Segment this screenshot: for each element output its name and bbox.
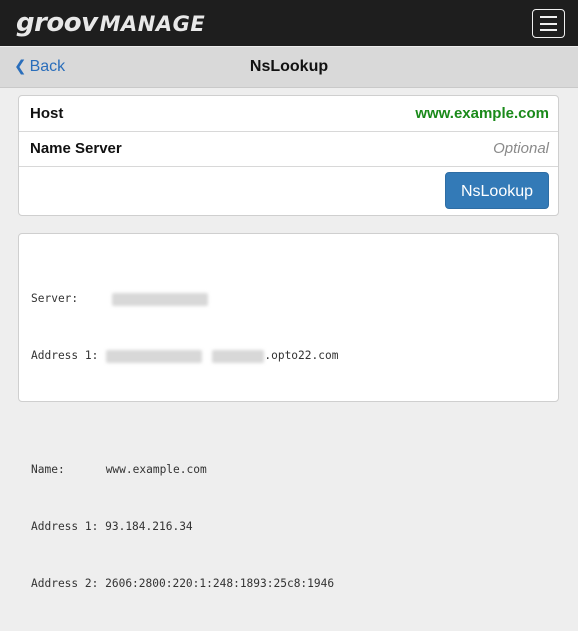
redacted-server-value (112, 292, 209, 306)
name-value: www.example.com (105, 463, 207, 476)
hamburger-menu-icon[interactable] (532, 9, 565, 38)
logo-groov-text: groov (16, 8, 98, 38)
address1-suffix: .opto22.com (264, 349, 339, 362)
output-line-server: Server: (31, 289, 338, 308)
output-line-result-address1: Address 1: 93.184.216.34 (31, 517, 338, 536)
logo-manage-text: MANAGE (99, 12, 206, 36)
redacted-hostname-value (212, 349, 265, 363)
output-line-result-address2: Address 2: 2606:2800:220:1:248:1893:25c8… (31, 574, 338, 593)
result-address1-value: 93.184.216.34 (105, 520, 193, 533)
output-text: Server: Address 1: .opto22.com Name: www.e… (31, 251, 338, 631)
menu-bar-bottom (540, 29, 557, 31)
result-address2-label: Address 2: (31, 577, 99, 590)
host-label: Host (30, 105, 64, 122)
navigation-bar: ❮ Back NsLookup (0, 47, 578, 88)
nameserver-input[interactable]: Optional (493, 131, 549, 166)
output-line-name: Name: www.example.com (31, 460, 338, 479)
redacted-address-value (106, 349, 203, 363)
result-address1-label: Address 1: (31, 520, 99, 533)
menu-bar-top (540, 16, 557, 18)
server-label: Server: (31, 292, 79, 305)
groov-manage-logo: groovMANAGE (16, 8, 205, 39)
page-title: NsLookup (249, 58, 329, 75)
address1-label: Address 1: (31, 349, 99, 362)
nameserver-row[interactable]: Name Server Optional (19, 131, 558, 167)
nslookup-form: Host www.example.com Name Server Optiona… (18, 95, 559, 216)
top-bar: groovMANAGE (0, 0, 578, 46)
host-input[interactable]: www.example.com (415, 96, 549, 131)
output-line-address1: Address 1: .opto22.com (31, 346, 338, 365)
host-row[interactable]: Host www.example.com (19, 96, 558, 132)
name-label: Name: (31, 463, 65, 476)
menu-bar-middle (540, 22, 557, 25)
nslookup-output: Server: Address 1: .opto22.com Name: www.e… (18, 233, 559, 590)
result-address2-value: 2606:2800:220:1:248:1893:25c8:1946 (105, 577, 335, 590)
nslookup-button[interactable]: NsLookup (445, 172, 549, 209)
nameserver-label: Name Server (30, 140, 122, 157)
